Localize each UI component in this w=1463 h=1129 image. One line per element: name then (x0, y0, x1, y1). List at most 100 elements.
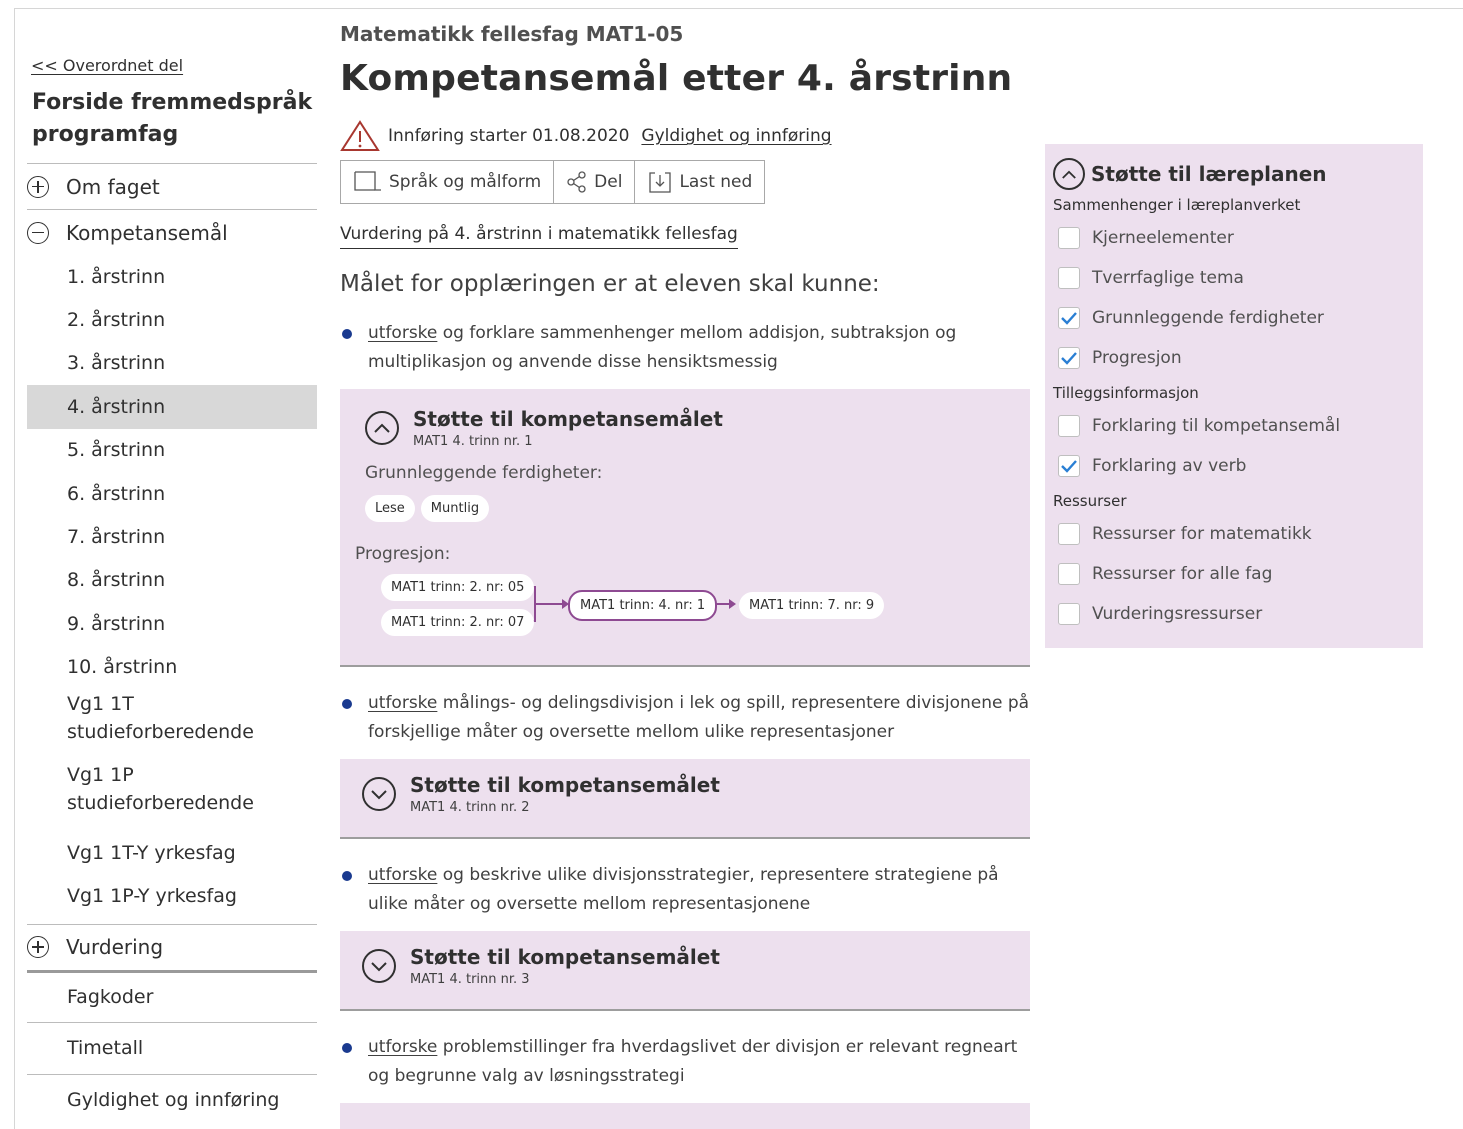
progression-node-current[interactable]: MAT1 trinn: 4. nr: 1 (568, 590, 718, 621)
sidebar-item-9-arstrinn[interactable]: 9. årstrinn (27, 602, 317, 645)
sidebar-title[interactable]: Forside fremmedspråk programfag (32, 87, 317, 151)
panel-checkbox-label: Forklaring av verb (1092, 456, 1247, 476)
panel-group-label: Tilleggsinformasjon (1053, 384, 1199, 402)
chevron-up-icon (1053, 158, 1085, 190)
support-toggle[interactable]: Støtte til kompetansemålet MAT1 4. trinn… (362, 945, 1008, 987)
goal-item: utforske og beskrive ulike divisjonsstra… (340, 861, 1030, 919)
sidebar-item-8-arstrinn[interactable]: 8. årstrinn (27, 559, 317, 602)
progression-label: Progresjon: (355, 544, 451, 564)
sidebar-section-vurdering[interactable]: Vurdering (27, 923, 317, 970)
warning-icon (340, 120, 380, 151)
verb-link[interactable]: utforske (368, 865, 437, 885)
panel-checkbox-item[interactable]: Ressurser for matematikk (1053, 514, 1415, 554)
sidebar-item-10-arstrinn[interactable]: 10. årstrinn (27, 646, 317, 689)
panel-group-label: Ressurser (1053, 492, 1127, 510)
goal-text: utforske og beskrive ulike divisjonsstra… (368, 861, 1030, 919)
checkbox-checked-icon[interactable] (1058, 307, 1080, 329)
bullet-icon (342, 329, 352, 339)
language-button[interactable]: Språk og målform (341, 161, 555, 203)
main-content: Matematikk fellesfag MAT1-05 Kompetansem… (340, 22, 1030, 1129)
checkbox-icon[interactable] (1058, 267, 1080, 289)
panel-toggle[interactable]: Støtte til læreplanen (1053, 158, 1415, 190)
progression-node-prev-2[interactable]: MAT1 trinn: 2. nr: 07 (381, 609, 535, 636)
panel-checkbox-label: Kjerneelementer (1092, 228, 1234, 248)
sidebar-section-om-faget[interactable]: Om faget (27, 163, 317, 209)
sidebar-item-6-arstrinn[interactable]: 6. årstrinn (27, 472, 317, 515)
goal-description: og beskrive ulike divisjonsstrategier, r… (368, 865, 999, 914)
skill-chip-lese[interactable]: Lese (365, 495, 415, 522)
panel-checkbox-label: Vurderingsressurser (1092, 604, 1263, 624)
sidebar-item-5-arstrinn[interactable]: 5. årstrinn (27, 429, 317, 472)
progression-node-next[interactable]: MAT1 trinn: 7. nr: 9 (739, 592, 885, 619)
language-button-label: Språk og målform (389, 172, 542, 192)
chevron-down-icon (362, 777, 396, 811)
panel-groups: Sammenhenger i læreplanverket Kjerneeleme… (1053, 196, 1415, 634)
checkbox-icon[interactable] (1058, 603, 1080, 625)
support-title: Støtte til kompetansemålet (410, 773, 720, 797)
download-icon (649, 172, 672, 193)
support-code: MAT1 4. trinn nr. 2 (410, 800, 530, 815)
basic-skills-list: Lese Muntlig (365, 495, 1005, 522)
panel-checkbox-label: Ressurser for alle fag (1092, 564, 1273, 584)
sidebar-item-vg1-1p[interactable]: Vg1 1P studieforberedende (27, 760, 257, 831)
download-button[interactable]: Last ned (635, 161, 764, 203)
sidebar-item-4-arstrinn[interactable]: 4. årstrinn (27, 385, 317, 429)
top-divider (14, 8, 1463, 9)
checkbox-checked-icon[interactable] (1058, 455, 1080, 477)
panel-checkbox-item[interactable]: Ressurser for alle fag (1053, 554, 1415, 594)
goal-support-panel-1: Støtte til kompetansemålet MAT1 4. trinn… (340, 389, 1030, 667)
verb-link[interactable]: utforske (368, 323, 437, 343)
panel-checkbox-item[interactable]: Tverrfaglige tema (1053, 258, 1415, 298)
basic-skills-label: Grunnleggende ferdigheter: (365, 463, 603, 483)
left-divider (14, 8, 15, 1129)
sidebar-item-2-arstrinn[interactable]: 2. årstrinn (27, 298, 317, 341)
validity-link[interactable]: Gyldighet og innføring (641, 126, 831, 146)
curriculum-support-panel: Støtte til læreplanen Sammenhenger i lær… (1045, 144, 1423, 648)
goal-item: utforske og forklare sammenhenger mellom… (340, 319, 1030, 377)
sidebar-item-vg1-1p-y[interactable]: Vg1 1P-Y yrkesfag (27, 874, 317, 917)
checkbox-icon[interactable] (1058, 523, 1080, 545)
back-link-overordnet[interactable]: << Overordnet del (31, 56, 183, 75)
checkbox-checked-icon[interactable] (1058, 347, 1080, 369)
panel-checkbox-item[interactable]: Vurderingsressurser (1053, 594, 1415, 634)
sidebar-section-label: Vurdering (66, 935, 164, 960)
chevron-up-icon (365, 411, 399, 445)
progression-diagram: MAT1 trinn: 2. nr: 05 MAT1 trinn: 2. nr:… (355, 574, 1005, 636)
download-button-label: Last ned (679, 172, 753, 192)
sidebar-item-timetall[interactable]: Timetall (27, 1021, 317, 1074)
skill-chip-muntlig[interactable]: Muntlig (420, 495, 490, 522)
sidebar-item-7-arstrinn[interactable]: 7. årstrinn (27, 515, 317, 558)
panel-checkbox-item[interactable]: Progresjon (1053, 338, 1415, 378)
sidebar-item-vg1-1t-y[interactable]: Vg1 1T-Y yrkesfag (27, 831, 317, 874)
checkbox-icon[interactable] (1058, 415, 1080, 437)
assessment-link[interactable]: Vurdering på 4. årstrinn i matematikk fe… (340, 224, 738, 249)
panel-checkbox-item[interactable]: Forklaring av verb (1053, 446, 1415, 486)
panel-title: Støtte til læreplanen (1091, 162, 1327, 186)
sidebar-section-kompetansemal[interactable]: Kompetansemål (27, 209, 317, 255)
sidebar-item-fagkoder[interactable]: Fagkoder (27, 969, 317, 1022)
checkbox-icon[interactable] (1058, 227, 1080, 249)
share-button[interactable]: Del (554, 161, 636, 203)
support-toggle[interactable]: Støtte til kompetansemålet MAT1 4. trinn… (362, 773, 1008, 815)
bullet-icon (342, 871, 352, 881)
checkbox-icon[interactable] (1058, 563, 1080, 585)
verb-link[interactable]: utforske (368, 1037, 437, 1057)
sidebar-item-gyldighet[interactable]: Gyldighet og innføring (27, 1073, 317, 1126)
panel-checkbox-item[interactable]: Kjerneelementer (1053, 218, 1415, 258)
sidebar-item-3-arstrinn[interactable]: 3. årstrinn (27, 342, 317, 385)
support-toggle[interactable]: Støtte til kompetansemålet MAT1 4. trinn… (365, 407, 1005, 449)
verb-link[interactable]: utforske (368, 693, 437, 713)
plus-circle-icon (27, 936, 49, 959)
panel-checkbox-item[interactable]: Forklaring til kompetansemål (1053, 406, 1415, 446)
toolbar: Språk og målform Del Last ned (340, 160, 766, 204)
sidebar-item-1-arstrinn[interactable]: 1. årstrinn (27, 255, 317, 298)
chevron-down-icon (362, 949, 396, 983)
minus-circle-icon (27, 221, 49, 244)
sidebar-item-vg1-1t[interactable]: Vg1 1T studieforberedende (27, 689, 257, 760)
panel-checkbox-label: Grunnleggende ferdigheter (1092, 308, 1324, 328)
progression-node-prev-1[interactable]: MAT1 trinn: 2. nr: 05 (381, 574, 535, 601)
panel-checkbox-item[interactable]: Grunnleggende ferdigheter (1053, 298, 1415, 338)
bullet-icon (342, 699, 352, 709)
plus-circle-icon (27, 175, 49, 198)
support-code: MAT1 4. trinn nr. 1 (413, 434, 533, 449)
